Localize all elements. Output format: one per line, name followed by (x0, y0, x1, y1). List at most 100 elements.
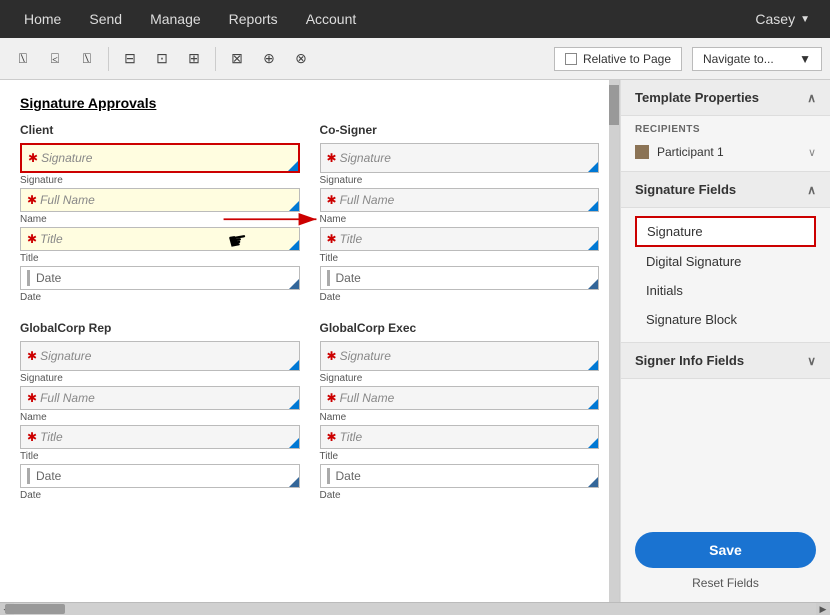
cosigner-date-field[interactable]: Date (320, 266, 600, 290)
cosigner-label: Co-Signer (320, 123, 600, 137)
save-button[interactable]: Save (635, 532, 816, 568)
main-layout: Signature Approvals Client ✱ Signature S… (0, 80, 830, 602)
cosigner-title-group: ✱ Title Title (320, 227, 600, 264)
sig-field-signature-item[interactable]: Signature (635, 216, 816, 247)
signer-info-header[interactable]: Signer Info Fields ∨ (621, 343, 830, 379)
nav-home[interactable]: Home (10, 3, 75, 35)
participant-chevron-icon[interactable]: ∨ (808, 146, 816, 159)
toolbar-align-center[interactable]: ⍃ (40, 44, 70, 74)
exec-sig-field[interactable]: ✱ Signature (320, 341, 600, 371)
rep-date-field[interactable]: Date (20, 464, 300, 488)
cosigner-name-group: ✱ Full Name Name (320, 188, 600, 225)
client-title-sublabel: Title (20, 253, 300, 264)
cosigner-title-field[interactable]: ✱ Title (320, 227, 600, 251)
star-icon: ✱ (27, 193, 37, 207)
date-field-text: Date (36, 271, 61, 285)
rep-name-field[interactable]: ✱ Full Name (20, 386, 300, 410)
exec-name-field[interactable]: ✱ Full Name (320, 386, 600, 410)
exec-date-field[interactable]: Date (320, 464, 600, 488)
cosigner-title-text: Title (340, 232, 363, 246)
relative-page-button[interactable]: Relative to Page (554, 47, 682, 71)
nav-reports[interactable]: Reports (215, 3, 292, 35)
sig-field-initials-item[interactable]: Initials (635, 276, 816, 305)
rep-title-field[interactable]: ✱ Title (20, 425, 300, 449)
cosigner-name-text: Full Name (340, 193, 395, 207)
client-title-field[interactable]: ✱ Title (20, 227, 300, 251)
sig-fields-header[interactable]: Signature Fields ∧ (621, 172, 830, 208)
recipients-section: RECIPIENTS Participant 1 ∨ (621, 116, 830, 172)
participant-row: Participant 1 ∨ (635, 141, 816, 163)
scroll-right-button[interactable]: ▶ (816, 603, 830, 615)
sig-field-block-item[interactable]: Signature Block (635, 305, 816, 334)
template-properties-label: Template Properties (635, 90, 759, 105)
signers-grid: Client ✱ Signature Signature ✱ (20, 123, 599, 503)
exec-title-group: ✱ Title Title (320, 425, 600, 462)
star-icon: ✱ (27, 232, 37, 246)
canvas-inner: Signature Approvals Client ✱ Signature S… (0, 80, 619, 602)
rep-date-sublabel: Date (20, 490, 300, 501)
cosigner-name-field[interactable]: ✱ Full Name (320, 188, 600, 212)
cosigner-sig-field[interactable]: ✱ Signature (320, 143, 600, 173)
globalcorp-exec-column: GlobalCorp Exec ✱ Signature Signature ✱ … (320, 321, 600, 503)
nav-account[interactable]: Account (292, 3, 371, 35)
corner-icon (289, 240, 299, 250)
toolbar-distribute-h[interactable]: ⊟ (115, 44, 145, 74)
recipients-label: RECIPIENTS (635, 124, 816, 135)
bottom-scrollbar[interactable]: ◀ ▶ (0, 602, 830, 614)
client-sig-field[interactable]: ✱ Signature (20, 143, 300, 173)
client-sig-group: ✱ Signature Signature (20, 143, 300, 186)
client-column: Client ✱ Signature Signature ✱ (20, 123, 300, 305)
client-date-group: Date Date (20, 266, 300, 303)
star-icon: ✱ (27, 430, 37, 444)
star-icon: ✱ (327, 193, 337, 207)
nav-manage[interactable]: Manage (136, 3, 215, 35)
toolbar-lock[interactable]: ⊗ (286, 44, 316, 74)
name-field-text: Full Name (40, 193, 95, 207)
corner-icon (289, 477, 299, 487)
client-date-sublabel: Date (20, 292, 300, 303)
rep-sig-field[interactable]: ✱ Signature (20, 341, 300, 371)
nav-send[interactable]: Send (75, 3, 136, 35)
toolbar-resize-h[interactable]: ⊠ (222, 44, 252, 74)
user-menu[interactable]: Casey ▼ (745, 11, 820, 27)
client-date-field[interactable]: Date (20, 266, 300, 290)
corner-icon (588, 399, 598, 409)
corner-icon (588, 240, 598, 250)
rep-name-text: Full Name (40, 391, 95, 405)
client-name-group: ✱ Full Name Name (20, 188, 300, 225)
reset-fields-link[interactable]: Reset Fields (635, 576, 816, 590)
scroll-thumb[interactable] (5, 604, 65, 614)
exec-date-sublabel: Date (320, 490, 600, 501)
corner-icon (588, 279, 598, 289)
exec-name-sublabel: Name (320, 412, 600, 423)
canvas-scroll-thumb[interactable] (609, 85, 619, 125)
template-properties-header[interactable]: Template Properties ∧ (621, 80, 830, 116)
user-caret-icon: ▼ (800, 14, 810, 25)
toolbar-align-left[interactable]: ⍂ (8, 44, 38, 74)
toolbar-resize-v[interactable]: ⊕ (254, 44, 284, 74)
toolbar-distribute-v[interactable]: ⊡ (147, 44, 177, 74)
rep-date-text: Date (36, 469, 61, 483)
corner-icon (289, 201, 299, 211)
rep-title-sublabel: Title (20, 451, 300, 462)
globalcorp-rep-label: GlobalCorp Rep (20, 321, 300, 335)
toolbar-arrange[interactable]: ⊞ (179, 44, 209, 74)
cosigner-date-group: Date Date (320, 266, 600, 303)
navigate-dropdown[interactable]: Navigate to... ▼ (692, 47, 822, 71)
rep-sig-text: Signature (40, 349, 91, 363)
corner-icon (588, 360, 598, 370)
client-name-field[interactable]: ✱ Full Name (20, 188, 300, 212)
user-name: Casey (755, 11, 795, 27)
canvas-scrollbar[interactable] (609, 80, 619, 602)
title-field-text: Title (40, 232, 63, 246)
top-navigation: Home Send Manage Reports Account Casey ▼ (0, 0, 830, 38)
toolbar-align-right[interactable]: ⍂ (72, 44, 102, 74)
sig-field-digital-item[interactable]: Digital Signature (635, 247, 816, 276)
exec-title-field[interactable]: ✱ Title (320, 425, 600, 449)
sig-fields-label: Signature Fields (635, 182, 736, 197)
corner-icon (289, 279, 299, 289)
corner-icon (289, 438, 299, 448)
star-icon: ✱ (27, 391, 37, 405)
exec-title-sublabel: Title (320, 451, 600, 462)
exec-name-group: ✱ Full Name Name (320, 386, 600, 423)
